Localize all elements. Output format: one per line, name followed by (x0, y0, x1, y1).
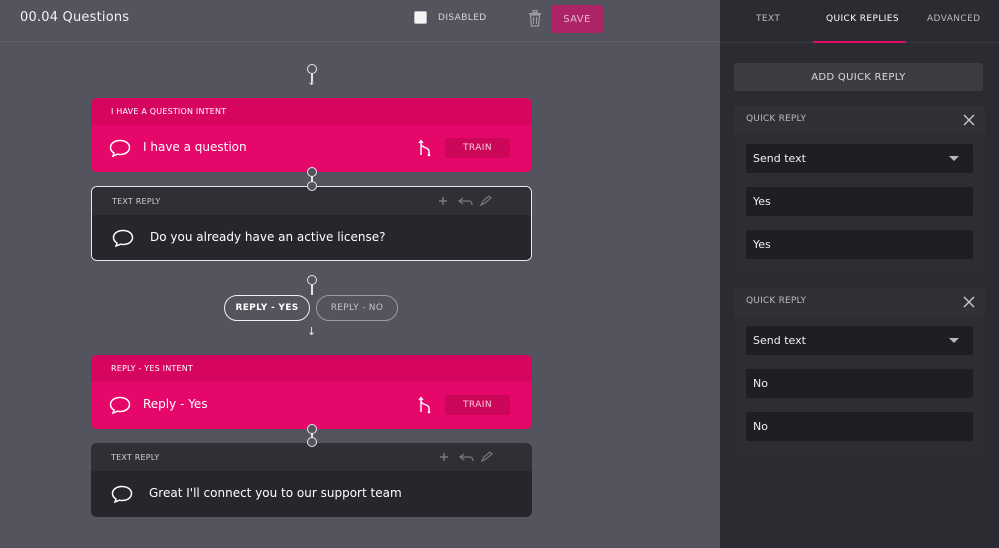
quick-reply-title-input[interactable]: Yes (746, 187, 973, 216)
card-header: REPLY - YES INTENT (91, 355, 532, 382)
close-icon[interactable] (963, 114, 975, 126)
speech-bubble-icon (111, 485, 133, 503)
action-select-value: Send text (753, 334, 806, 347)
card-header: TEXT REPLY (92, 187, 531, 215)
quick-reply-title: QUICK REPLY (746, 296, 807, 306)
text-reply-card-support[interactable]: TEXT REPLY Great I'll connect you to our… (91, 443, 532, 517)
branch-icon[interactable] (418, 396, 432, 414)
top-bar: 00.04 Questions DISABLED SAVE (0, 0, 720, 42)
chevron-down-icon (949, 338, 959, 343)
train-button[interactable]: TRAIN (445, 395, 510, 415)
action-select[interactable]: Send text (746, 326, 973, 355)
disabled-label: DISABLED (438, 13, 487, 23)
card-body: Great I'll connect you to our support te… (91, 471, 532, 517)
card-tools-icon[interactable] (437, 195, 493, 207)
arrow-down-icon: ↓ (307, 75, 317, 88)
branch-icon[interactable] (418, 139, 432, 157)
card-text: Reply - Yes (143, 397, 208, 411)
quick-reply-title: QUICK REPLY (746, 114, 807, 124)
reply-yes-chip[interactable]: REPLY - YES (224, 295, 310, 321)
trash-icon[interactable] (527, 9, 543, 27)
speech-bubble-icon (109, 139, 131, 157)
card-body: Reply - Yes TRAIN (91, 382, 532, 429)
reply-no-chip[interactable]: REPLY - NO (316, 295, 398, 321)
connector-dot[interactable] (307, 181, 317, 191)
properties-panel: TEXT QUICK REPLIES ADVANCED ADD QUICK RE… (720, 0, 999, 548)
card-tools-icon[interactable] (438, 451, 494, 463)
speech-bubble-icon (109, 396, 131, 414)
close-icon[interactable] (963, 296, 975, 308)
card-header-label: TEXT REPLY (111, 453, 160, 462)
card-body: I have a question TRAIN (91, 125, 532, 172)
connector-dot[interactable] (307, 437, 317, 447)
active-tab-indicator (813, 41, 906, 43)
quick-reply-payload-input[interactable]: No (746, 412, 973, 441)
quick-reply-body: Send text Yes Yes (734, 134, 985, 273)
card-header: TEXT REPLY (91, 443, 532, 471)
save-button[interactable]: SAVE (551, 5, 603, 33)
card-body: Do you already have an active license? (92, 215, 531, 260)
add-quick-reply-button[interactable]: ADD QUICK REPLY (734, 63, 983, 91)
tab-quick-replies[interactable]: QUICK REPLIES (826, 14, 899, 24)
intent-card-reply-yes[interactable]: REPLY - YES INTENT Reply - Yes TRAIN (91, 355, 532, 429)
flow-canvas[interactable]: 00.04 Questions DISABLED SAVE ↓ I HAVE A… (0, 0, 720, 548)
quick-reply-payload-input[interactable]: Yes (746, 230, 973, 259)
quick-reply-body: Send text No No (734, 316, 985, 455)
connector-dot[interactable] (307, 275, 317, 285)
quick-reply-section: QUICK REPLY Send text No No (734, 288, 985, 455)
quick-reply-title-input[interactable]: No (746, 369, 973, 398)
speech-bubble-icon (112, 229, 134, 247)
card-text: I have a question (143, 140, 247, 154)
panel-tabs: TEXT QUICK REPLIES ADVANCED (720, 0, 999, 43)
chevron-down-icon (949, 156, 959, 161)
card-header-label: TEXT REPLY (112, 197, 161, 206)
page-title: 00.04 Questions (20, 10, 130, 25)
disabled-checkbox[interactable] (414, 11, 427, 24)
action-select[interactable]: Send text (746, 144, 973, 173)
train-button[interactable]: TRAIN (445, 138, 510, 158)
text-reply-card-license[interactable]: TEXT REPLY Do you already have an active… (91, 186, 532, 261)
quick-reply-section: QUICK REPLY Send text Yes Yes (734, 106, 985, 273)
connector-dot[interactable] (307, 64, 317, 74)
action-select-value: Send text (753, 152, 806, 165)
card-header: I HAVE A QUESTION INTENT (91, 98, 532, 125)
arrow-down-icon: ↓ (307, 325, 317, 338)
card-text: Great I'll connect you to our support te… (149, 486, 402, 500)
tab-advanced[interactable]: ADVANCED (927, 14, 981, 24)
connector-line (311, 285, 313, 295)
tab-text[interactable]: TEXT (756, 14, 780, 24)
card-text: Do you already have an active license? (150, 230, 386, 244)
intent-card-question[interactable]: I HAVE A QUESTION INTENT I have a questi… (91, 98, 532, 172)
